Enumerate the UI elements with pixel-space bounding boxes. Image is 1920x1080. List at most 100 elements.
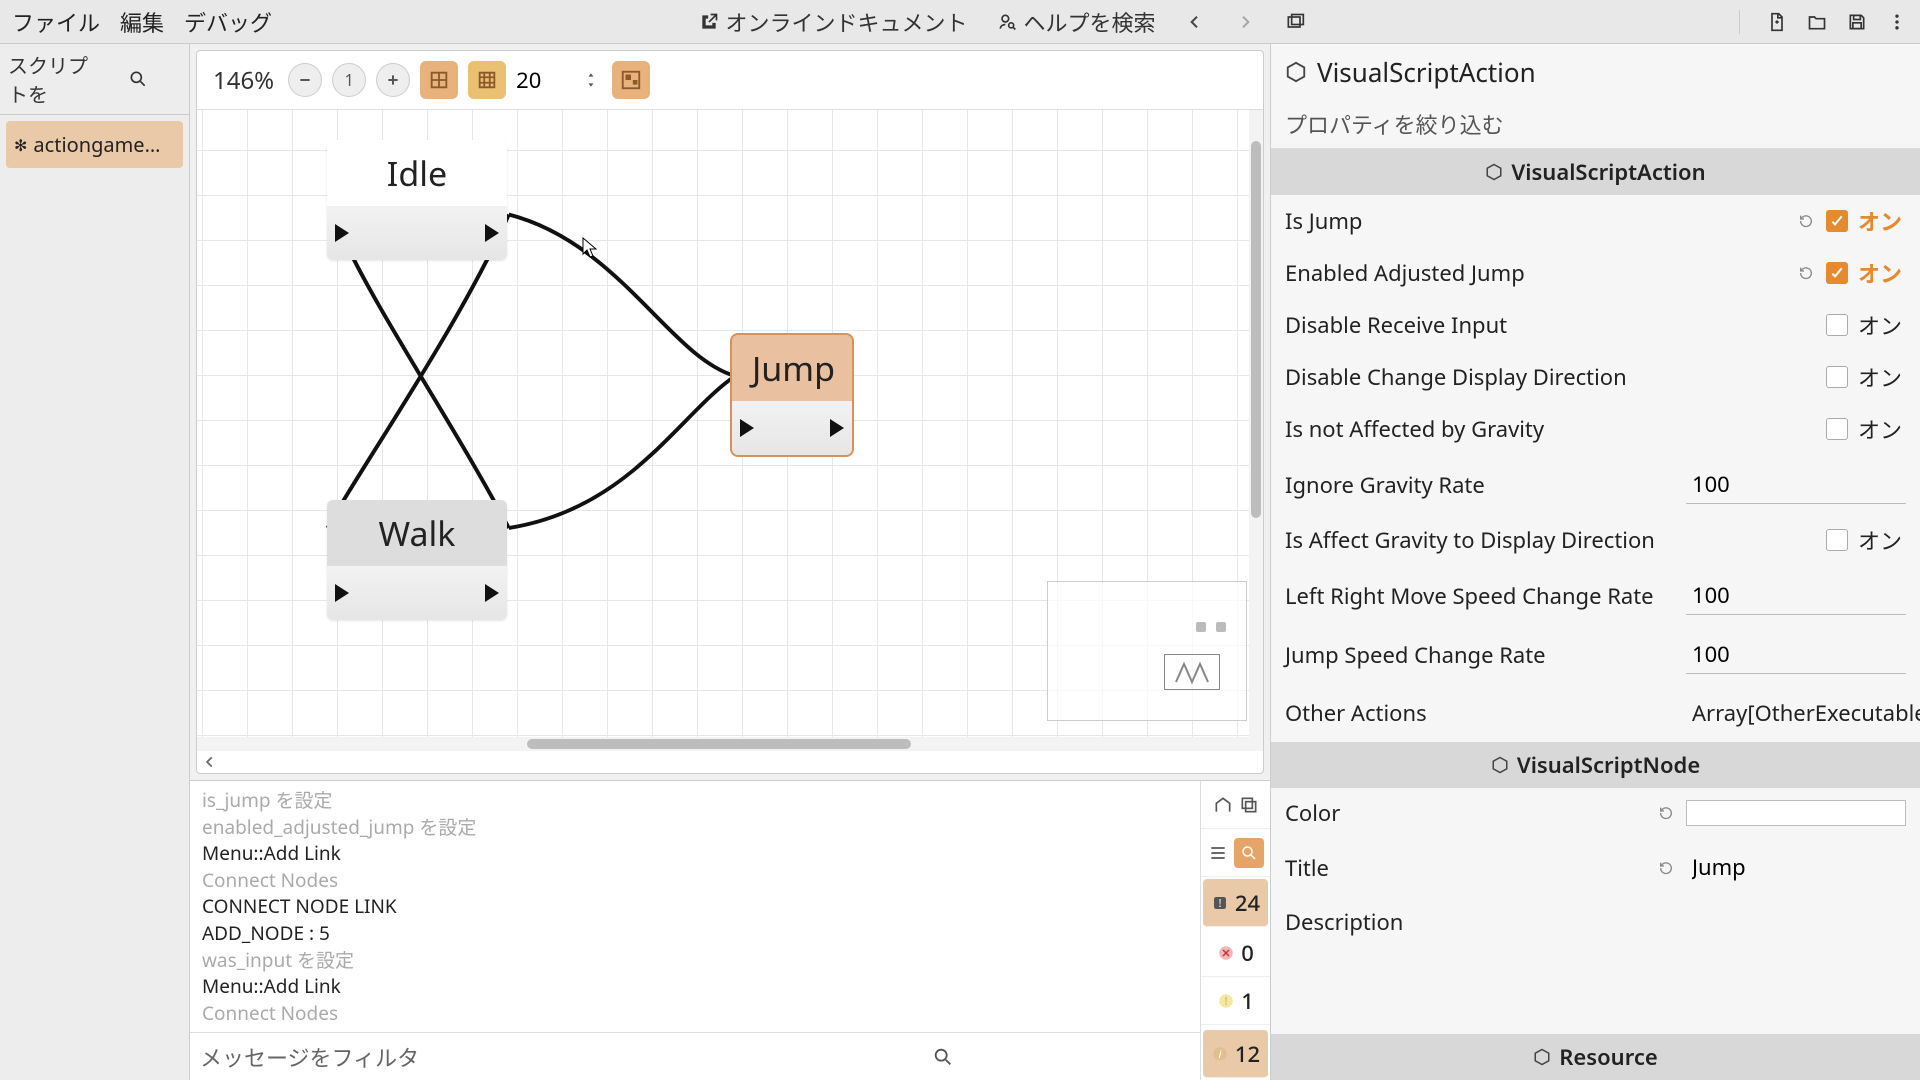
script-item-actiongame[interactable]: ✻ actiongame… xyxy=(6,121,183,168)
grid-step[interactable] xyxy=(516,65,598,95)
port-out-icon[interactable] xyxy=(485,224,499,242)
link-online-docs[interactable]: オンラインドキュメント xyxy=(698,6,968,38)
separator xyxy=(1739,10,1740,34)
canvas-toolbar: 146% 1 xyxy=(197,51,1263,110)
output-console: is_jump を設定enabled_adjusted_jump を設定Menu… xyxy=(190,780,1270,1080)
prop-not-affected An-gravity: Is not Affected by Gravity オン xyxy=(1271,403,1920,455)
scripts-panel: スクリプトを ✻ actiongame… xyxy=(0,44,190,1080)
nav-prev-icon[interactable] xyxy=(1184,11,1206,33)
reset-icon[interactable] xyxy=(1656,803,1676,823)
canvas-hscroll[interactable] xyxy=(197,737,1263,751)
menu-file[interactable]: ファイル xyxy=(12,6,100,38)
node-walk-title: Walk xyxy=(327,500,507,566)
section-header-action[interactable]: VisualScriptAction xyxy=(1271,149,1920,195)
console-filter-info[interactable]: i 12 xyxy=(1203,1030,1268,1078)
person-search-icon xyxy=(996,11,1018,33)
kebab-icon[interactable] xyxy=(1886,11,1908,33)
collapse-handle[interactable] xyxy=(197,751,1263,773)
input-title[interactable] xyxy=(1686,848,1906,887)
popout-icon[interactable] xyxy=(1284,11,1306,33)
canvas-panel: 146% 1 xyxy=(196,50,1264,774)
reset-icon[interactable] xyxy=(1796,263,1816,283)
zoom-in-button[interactable] xyxy=(376,63,410,97)
scripts-search[interactable]: スクリプトを xyxy=(8,50,95,108)
prop-description: Description xyxy=(1271,897,1920,947)
reset-icon[interactable] xyxy=(1796,211,1816,231)
inspector-panel: VisualScriptAction プロパティを絞り込む VisualScri… xyxy=(1270,44,1920,1080)
console-collapse-button[interactable] xyxy=(1201,829,1270,877)
menu-edit[interactable]: 編集 xyxy=(120,6,164,38)
console-line: is_jump を設定 xyxy=(202,787,1188,814)
port-in-icon[interactable] xyxy=(740,419,754,437)
input-jump-speed-rate[interactable] xyxy=(1686,635,1906,674)
port-out-icon[interactable] xyxy=(830,419,844,437)
svg-text:i: i xyxy=(1219,1047,1222,1061)
prop-disable-receive-input: Disable Receive Input オン xyxy=(1271,299,1920,351)
snap-grid2-button[interactable] xyxy=(468,61,506,99)
console-line: was_input を設定 xyxy=(202,947,1188,974)
console-side-buttons: ! 24 0 ! 1 i 12 xyxy=(1200,781,1270,1080)
section-header-node[interactable]: VisualScriptNode xyxy=(1271,742,1920,788)
new-file-icon[interactable] xyxy=(1766,11,1788,33)
prop-jump-speed-rate: Jump Speed Change Rate xyxy=(1271,625,1920,684)
checkbox-disable-receive-input[interactable] xyxy=(1826,314,1848,336)
canvas-vscroll[interactable] xyxy=(1249,110,1263,737)
console-line: Connect Nodes xyxy=(202,1000,1188,1027)
minimap-toggle-button[interactable] xyxy=(612,61,650,99)
prop-ignore-gravity-rate: Ignore Gravity Rate xyxy=(1271,455,1920,514)
minimap[interactable] xyxy=(1047,581,1247,721)
input-ignore-gravity-rate[interactable] xyxy=(1686,465,1906,504)
input-lr-move-speed-rate[interactable] xyxy=(1686,576,1906,615)
top-toolbar: ファイル 編集 デバッグ オンラインドキュメント ヘルプを検索 xyxy=(0,0,1920,44)
open-file-icon[interactable] xyxy=(1806,11,1828,33)
checkbox-enabled-adjusted-jump[interactable] xyxy=(1826,262,1848,284)
zoom-reset-button[interactable]: 1 xyxy=(332,63,366,97)
cursor-icon xyxy=(582,237,600,259)
console-log[interactable]: is_jump を設定enabled_adjusted_jump を設定Menu… xyxy=(190,781,1200,1032)
grid-step-input[interactable] xyxy=(516,65,580,95)
console-filter-errors[interactable]: 0 xyxy=(1201,929,1270,977)
prop-affect-gravity-display-dir: Is Affect Gravity to Display Direction オ… xyxy=(1271,514,1920,566)
console-line: CONNECT NODE LINK xyxy=(202,893,1188,920)
port-in-icon[interactable] xyxy=(335,224,349,242)
svg-text:!: ! xyxy=(1225,994,1228,1008)
console-filter-all[interactable]: ! 24 xyxy=(1203,879,1268,927)
search-icon[interactable] xyxy=(95,68,182,90)
script-item-label: actiongame… xyxy=(33,131,160,158)
prop-other-actions: Other Actions Array[OtherExecutable xyxy=(1271,684,1920,742)
save-icon[interactable] xyxy=(1846,11,1868,33)
node-idle-title: Idle xyxy=(327,140,507,206)
reset-icon[interactable] xyxy=(1656,858,1676,878)
prop-title: Title xyxy=(1271,838,1920,897)
inspector-filter-input[interactable]: プロパティを絞り込む xyxy=(1271,100,1920,149)
snap-grid-button[interactable] xyxy=(420,61,458,99)
node-idle[interactable]: Idle xyxy=(327,140,507,260)
node-jump[interactable]: Jump xyxy=(732,335,852,455)
graph-canvas[interactable]: Idle Walk Jump xyxy=(197,110,1263,737)
prop-is-jump: Is Jump オン xyxy=(1271,195,1920,247)
console-filter-warnings[interactable]: ! 1 xyxy=(1201,977,1270,1025)
section-header-resource[interactable]: Resource xyxy=(1271,1034,1920,1080)
port-out-icon[interactable] xyxy=(485,584,499,602)
color-swatch[interactable] xyxy=(1686,800,1906,826)
object-type-icon xyxy=(1285,61,1307,83)
checkbox-is-jump[interactable] xyxy=(1826,210,1848,232)
console-filter-input[interactable]: メッセージをフィルタ xyxy=(200,1041,695,1073)
menu-debug[interactable]: デバッグ xyxy=(184,6,272,38)
link-online-docs-label: オンラインドキュメント xyxy=(726,6,968,38)
prop-disable-change-display-direction: Disable Change Display Direction オン xyxy=(1271,351,1920,403)
grid-step-stepper[interactable] xyxy=(584,70,598,90)
link-search-help[interactable]: ヘルプを検索 xyxy=(996,6,1156,38)
value-other-actions[interactable]: Array[OtherExecutable xyxy=(1686,694,1906,732)
node-walk[interactable]: Walk xyxy=(327,500,507,620)
port-in-icon[interactable] xyxy=(335,584,349,602)
zoom-out-button[interactable] xyxy=(288,63,322,97)
search-toggle-button[interactable] xyxy=(1234,838,1264,868)
checkbox-disable-change-display-direction[interactable] xyxy=(1826,366,1848,388)
checkbox-not-affected-gravity[interactable] xyxy=(1826,418,1848,440)
checkbox-affect-gravity-display-dir[interactable] xyxy=(1826,529,1848,551)
external-link-icon xyxy=(698,11,720,33)
console-clear-button[interactable] xyxy=(1201,781,1270,829)
search-icon[interactable] xyxy=(695,1046,1190,1068)
nav-next-icon[interactable] xyxy=(1234,11,1256,33)
